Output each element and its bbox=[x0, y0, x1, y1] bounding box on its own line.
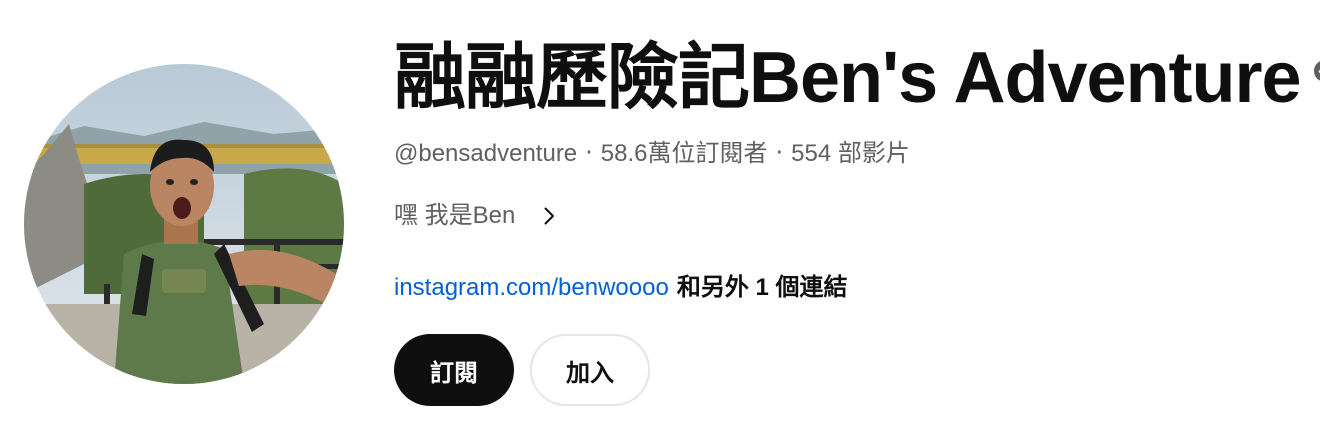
separator-dot: ‧ bbox=[775, 140, 784, 167]
chevron-right-icon[interactable] bbox=[537, 204, 561, 228]
join-button[interactable]: 加入 bbox=[530, 334, 650, 406]
title-row: 融融歷險記Ben's Adventure bbox=[394, 30, 1320, 126]
description-text: 嘿 我是Ben bbox=[394, 202, 516, 229]
channel-description[interactable]: 嘿 我是Ben bbox=[394, 200, 1304, 232]
subscriber-count: 58.6萬位訂閱者 bbox=[600, 140, 768, 167]
action-buttons: 訂閱 加入 bbox=[394, 334, 1304, 406]
channel-handle: @bensadventure bbox=[394, 140, 578, 167]
instagram-link[interactable]: instagram.com/benwoooo bbox=[394, 274, 669, 301]
channel-title: 融融歷險記Ben's Adventure bbox=[394, 38, 1302, 118]
channel-meta: @bensadventure ‧ 58.6萬位訂閱者 ‧ 554 部影片 bbox=[394, 138, 1304, 170]
avatar-photo bbox=[24, 64, 344, 384]
channel-info: 融融歷險記Ben's Adventure @bensadventure ‧ 58.6… bbox=[394, 30, 1320, 406]
subscribe-button[interactable]: 訂閱 bbox=[394, 334, 514, 406]
video-count: 554 部影片 bbox=[791, 140, 910, 167]
channel-links: instagram.com/benwoooo 和另外 1 個連結 bbox=[394, 272, 1304, 304]
verified-check-icon bbox=[1313, 59, 1320, 83]
more-links-button[interactable]: 和另外 1 個連結 bbox=[677, 274, 848, 301]
separator-dot: ‧ bbox=[585, 140, 593, 167]
channel-avatar bbox=[24, 64, 344, 384]
